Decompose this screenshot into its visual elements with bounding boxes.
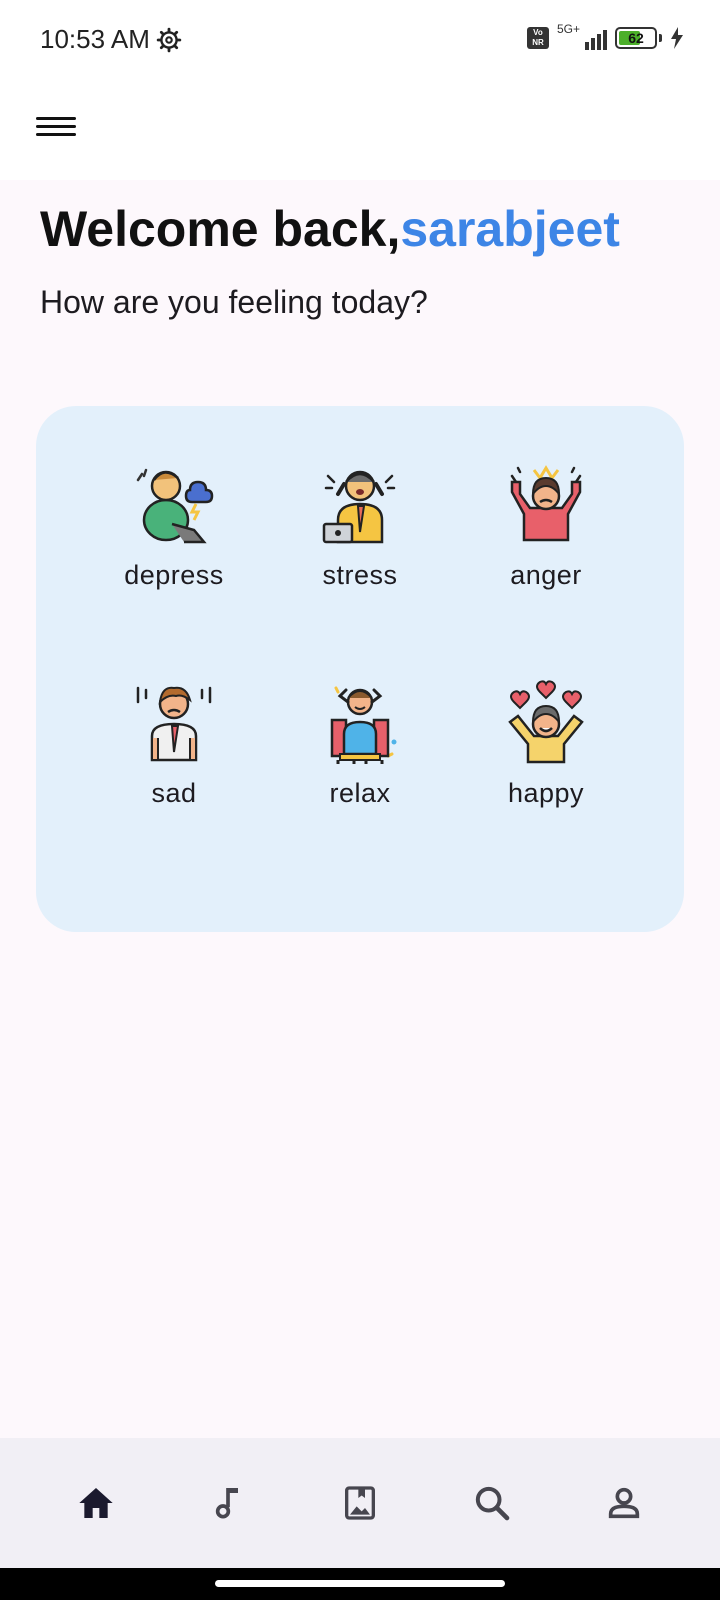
nav-music[interactable] (198, 1473, 258, 1533)
mood-label: anger (510, 560, 582, 590)
menu-button[interactable] (36, 110, 76, 142)
anger-icon (510, 465, 582, 542)
app-bar (0, 80, 720, 180)
nav-gallery[interactable] (330, 1473, 390, 1533)
mood-stress[interactable]: stress (260, 462, 460, 622)
mood-anger[interactable]: anger (446, 462, 646, 622)
mood-label: depress (124, 560, 224, 590)
signal-bars-icon (585, 30, 607, 50)
mood-depress[interactable]: depress (74, 462, 274, 622)
nav-home[interactable] (66, 1473, 126, 1533)
profile-icon (608, 1487, 640, 1519)
gear-icon (156, 27, 182, 52)
mood-sad[interactable]: sad (74, 680, 274, 840)
home-icon (79, 1488, 113, 1518)
vonr-badge: Vo NR (527, 27, 549, 49)
gesture-bar (0, 1568, 720, 1600)
mood-happy[interactable]: happy (446, 680, 646, 840)
menu-icon-line (36, 116, 76, 120)
stress-icon (322, 470, 396, 544)
depress-icon (136, 468, 214, 544)
mood-label: sad (151, 778, 197, 808)
bolt-icon (671, 27, 683, 49)
happy-icon (508, 680, 584, 764)
status-time: 10:53 AM (40, 24, 182, 55)
menu-icon-line (36, 132, 76, 136)
status-bar: 10:53 AM Vo NR 5G+ 62 (0, 0, 720, 80)
menu-icon-line (36, 124, 76, 128)
signal-indicator: 5G+ (557, 22, 607, 50)
mood-grid: depress stress anger sad relax happy (36, 406, 684, 932)
bottom-navigation (0, 1438, 720, 1568)
sad-icon (136, 686, 212, 762)
page-title: Welcome back,sarabjeet (40, 200, 620, 258)
mood-label: relax (329, 778, 391, 808)
search-icon (475, 1486, 510, 1521)
battery-icon: 62 (615, 27, 657, 49)
nav-search[interactable] (462, 1473, 522, 1533)
battery-tip (659, 34, 662, 42)
mood-label: happy (507, 778, 585, 808)
relax-icon (330, 686, 397, 764)
mood-relax[interactable]: relax (260, 680, 460, 840)
music-note-icon (215, 1488, 238, 1519)
home-gesture-handle[interactable] (215, 1580, 505, 1587)
image-bookmark-icon (345, 1486, 375, 1520)
time-text: 10:53 AM (40, 24, 150, 54)
feeling-question: How are you feeling today? (40, 284, 428, 320)
network-type: 5G+ (557, 22, 581, 36)
username: sarabjeet (400, 201, 620, 257)
mood-label: stress (322, 560, 398, 590)
welcome-prefix: Welcome back, (40, 201, 401, 257)
battery-level: 62 (628, 30, 644, 46)
status-indicators: Vo NR 5G+ 62 (527, 22, 684, 50)
nav-profile[interactable] (594, 1473, 654, 1533)
